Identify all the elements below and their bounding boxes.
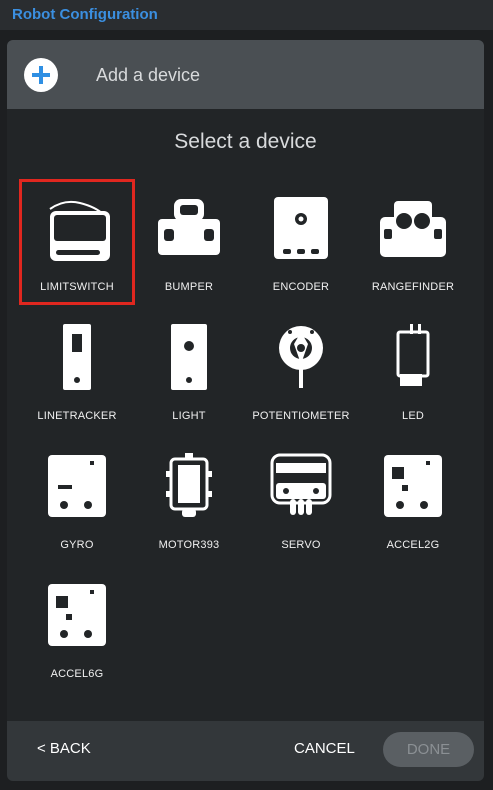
accel6g-icon — [48, 584, 106, 646]
cancel-button[interactable]: CANCEL — [294, 740, 355, 757]
linetracker-icon — [63, 324, 91, 390]
back-button[interactable]: < BACK — [37, 740, 91, 757]
led-icon — [396, 324, 430, 386]
device-motor393[interactable]: MOTOR393 — [131, 437, 247, 563]
app-title: Robot Configuration — [12, 6, 158, 23]
device-led[interactable]: LED — [355, 308, 471, 434]
device-linetracker[interactable]: LINETRACKER — [19, 308, 135, 434]
device-servo[interactable]: SERVO — [243, 437, 359, 563]
servo-icon — [270, 453, 332, 515]
limitswitch-icon — [49, 200, 110, 261]
device-bumper[interactable]: BUMPER — [131, 179, 247, 305]
device-gyro[interactable]: GYRO — [19, 437, 135, 563]
device-accel2g[interactable]: ACCEL2G — [355, 437, 471, 563]
device-potentiometer[interactable]: POTENTIOMETER — [243, 308, 359, 434]
gyro-icon — [48, 455, 106, 517]
select-device-heading: Select a device — [174, 130, 317, 153]
dialog-header: Add a device — [7, 40, 484, 109]
device-label: RANGEFINDER — [371, 281, 455, 293]
encoder-icon — [274, 197, 328, 259]
top-bar: Robot Configuration — [0, 0, 493, 30]
device-rangefinder[interactable]: RANGEFINDER — [355, 179, 471, 305]
plus-icon — [32, 66, 50, 84]
accel2g-icon — [384, 455, 442, 517]
potentiometer-icon — [279, 326, 323, 388]
add-device-button[interactable] — [24, 58, 58, 92]
device-label: ACCEL6G — [50, 668, 104, 680]
dialog-title: Add a device — [96, 65, 201, 85]
motor393-icon — [166, 453, 212, 517]
done-button[interactable]: DONE — [383, 732, 474, 767]
rangefinder-icon — [380, 201, 446, 257]
light-icon — [171, 324, 207, 390]
dialog-footer: < BACK CANCEL DONE — [7, 721, 484, 781]
device-accel6g[interactable]: ACCEL6G — [19, 566, 135, 692]
device-limitswitch[interactable]: LIMITSWITCH — [19, 179, 135, 305]
bumper-icon — [158, 199, 220, 255]
device-label: LED — [402, 410, 424, 422]
device-light[interactable]: LIGHT — [131, 308, 247, 434]
device-encoder[interactable]: ENCODER — [243, 179, 359, 305]
device-label: ACCEL2G — [386, 539, 440, 551]
add-device-dialog: Add a device Select a device LIMITSWITCH… — [7, 40, 484, 781]
